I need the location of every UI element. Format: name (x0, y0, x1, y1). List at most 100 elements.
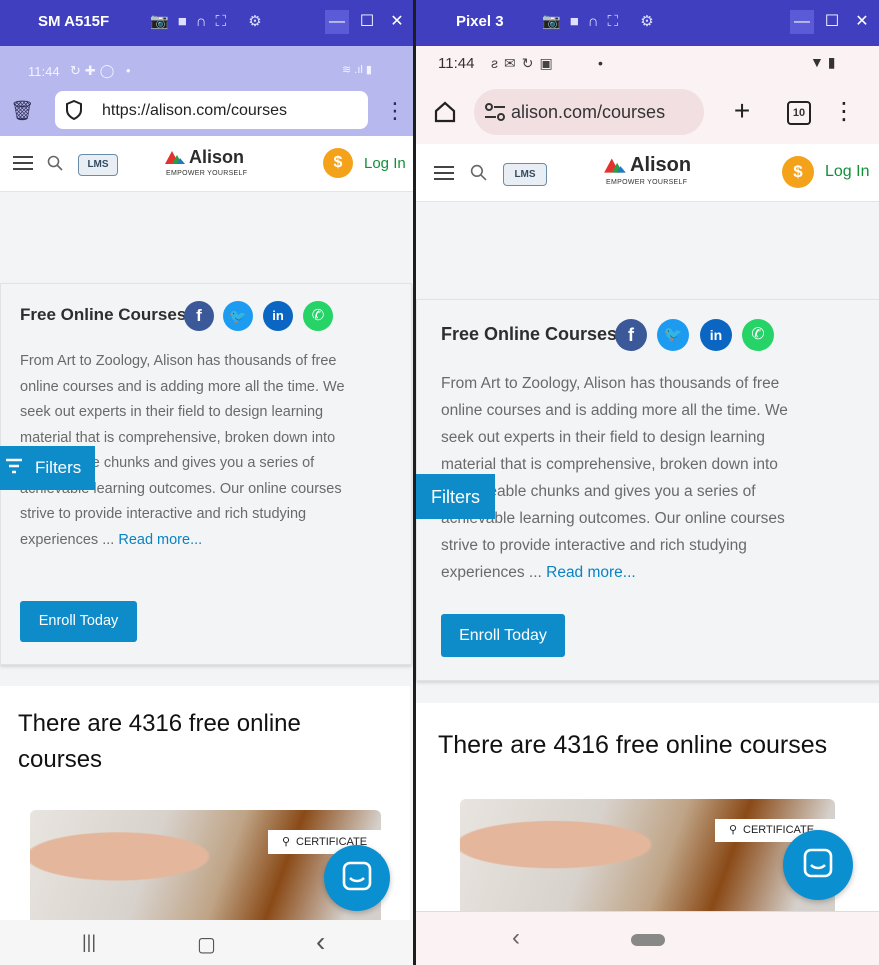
linkedin-icon[interactable]: in (700, 319, 732, 351)
tune-icon (484, 102, 506, 122)
enroll-today-button[interactable]: Enroll Today (20, 601, 137, 642)
chat-icon (342, 861, 372, 898)
settings-icon: ⚙ (248, 13, 271, 30)
description-block: From Art to Zoology, Alison has thousand… (441, 370, 821, 586)
alison-logo-icon (602, 155, 628, 175)
video-icon: ■ (177, 13, 196, 30)
filters-label: Filters (431, 487, 480, 507)
site-header: LMS Alison EMPOWER YOURSELF $ Log In (416, 144, 879, 202)
facebook-icon[interactable]: f (615, 319, 647, 351)
menu-icon[interactable] (434, 165, 454, 181)
certificate-icon: ⚲ (282, 836, 291, 848)
android-nav-bar: ‹ (416, 911, 879, 965)
status-dot: • (598, 55, 603, 71)
headphones-icon: ∩ (195, 13, 216, 30)
emulator-tool-icons[interactable]: 📷■∩⛶ ⚙ (150, 12, 271, 30)
wifi-battery-icon: ▼ ▮ (810, 54, 836, 70)
back-button[interactable]: ‹ (512, 924, 520, 952)
status-dot: • (126, 63, 131, 78)
status-notification-icons: ↻✚◯ (70, 63, 119, 78)
twitter-icon[interactable]: 🐦 (657, 319, 689, 351)
logo-wordmark[interactable]: Alison (189, 147, 244, 168)
device-name: Pixel 3 (456, 13, 504, 30)
lms-badge[interactable]: LMS (503, 163, 547, 186)
minimize-button[interactable]: — (325, 10, 349, 34)
lms-badge[interactable]: LMS (78, 154, 118, 176)
search-icon[interactable] (470, 164, 487, 181)
menu-icon[interactable] (13, 155, 33, 171)
android-nav-bar: ||| ▢ ‹ (0, 920, 413, 965)
twitter-icon[interactable]: 🐦 (223, 301, 253, 331)
facebook-icon[interactable]: f (184, 301, 214, 331)
read-more-link[interactable]: Read more... (546, 564, 636, 581)
home-icon[interactable] (432, 99, 458, 125)
emulator-titlebar: Pixel 3 📷■∩⛶ ⚙ — ☐ ✕ (416, 0, 879, 46)
status-bar: 11:44 ↻✚◯ • ≋ .ıl ▮ (0, 46, 413, 90)
dollar-coin-icon[interactable]: $ (323, 148, 353, 178)
maximize-button[interactable]: ☐ (820, 10, 844, 34)
device-pane-sm-a515f: SM A515F 📷■∩⛶ ⚙ — ☐ ✕ 11:44 ↻✚◯ • ≋ .ıl ▮ … (0, 0, 413, 965)
address-bar[interactable]: alison.com/courses (474, 89, 704, 135)
course-thumbnail[interactable]: ⚲ CERTIFICATE (460, 799, 835, 913)
fullscreen-icon: ⛶ (215, 13, 236, 30)
close-button[interactable]: ✕ (850, 10, 874, 34)
site-header: LMS Alison EMPOWER YOURSELF $ Log In (0, 136, 413, 192)
read-more-link[interactable]: Read more... (118, 532, 202, 548)
linkedin-icon[interactable]: in (263, 301, 293, 331)
alison-logo-icon (163, 148, 187, 166)
close-button[interactable]: ✕ (385, 10, 409, 34)
page-heading: Free Online Courses (441, 324, 618, 344)
device-name: SM A515F (38, 13, 110, 30)
certificate-icon: ⚲ (729, 824, 738, 836)
logo-wordmark[interactable]: Alison (630, 154, 691, 177)
trash-icon[interactable]: 🗑 (10, 99, 34, 123)
chat-icon (803, 848, 833, 885)
logo-tagline: EMPOWER YOURSELF (606, 179, 688, 186)
course-count-heading: There are 4316 free online courses (438, 731, 828, 759)
status-notification-icons: ƨ✉↻▣ (491, 55, 559, 71)
status-time: 11:44 (438, 55, 475, 72)
search-icon[interactable] (47, 155, 63, 171)
headphones-icon: ∩ (587, 13, 608, 30)
login-link[interactable]: Log In (364, 155, 406, 172)
tab-switcher-button[interactable]: 10 (787, 101, 811, 125)
chat-button[interactable] (783, 830, 853, 900)
enroll-today-button[interactable]: Enroll Today (441, 614, 565, 657)
window-controls: — ☐ ✕ (784, 10, 874, 34)
whatsapp-icon[interactable]: ✆ (742, 319, 774, 351)
url-text: https://alison.com/courses (102, 102, 287, 119)
url-text: alison.com/courses (511, 102, 666, 122)
minimize-button[interactable]: — (790, 10, 814, 34)
page-heading: Free Online Courses (20, 305, 187, 324)
chat-button[interactable] (324, 845, 390, 911)
more-vert-icon[interactable]: ⋮ (832, 97, 856, 125)
fullscreen-icon: ⛶ (607, 13, 628, 30)
browser-toolbar: 🗑 https://alison.com/courses ⋮ (0, 90, 413, 136)
filters-label: Filters (35, 458, 82, 477)
filters-button[interactable]: Filters (416, 474, 495, 519)
home-button[interactable]: ▢ (197, 932, 216, 957)
settings-icon: ⚙ (640, 13, 663, 30)
home-pill[interactable] (631, 934, 665, 946)
back-button[interactable]: ‹ (316, 926, 325, 958)
signal-battery-icon: ≋ .ıl ▮ (342, 64, 372, 76)
maximize-button[interactable]: ☐ (355, 10, 379, 34)
emulator-tool-icons[interactable]: 📷■∩⛶ ⚙ (542, 12, 663, 30)
browser-toolbar: alison.com/courses + 10 ⋮ (416, 82, 879, 144)
dollar-coin-icon[interactable]: $ (782, 156, 814, 188)
status-time: 11:44 (28, 64, 60, 79)
logo-tagline: EMPOWER YOURSELF (166, 170, 248, 177)
emulator-titlebar: SM A515F 📷■∩⛶ ⚙ — ☐ ✕ (0, 0, 413, 46)
filter-icon (5, 457, 23, 475)
more-vert-icon[interactable]: ⋮ (384, 98, 406, 124)
status-bar: 11:44 ƨ✉↻▣ • ▼ ▮ (416, 46, 879, 82)
new-tab-icon[interactable]: + (729, 95, 755, 126)
login-link[interactable]: Log In (825, 163, 869, 181)
address-bar[interactable]: https://alison.com/courses (55, 91, 368, 129)
recents-button[interactable]: ||| (82, 932, 96, 953)
video-icon: ■ (569, 13, 588, 30)
whatsapp-icon[interactable]: ✆ (303, 301, 333, 331)
filters-button[interactable]: Filters (0, 446, 95, 490)
window-controls: — ☐ ✕ (319, 10, 409, 34)
device-pane-pixel-3: Pixel 3 📷■∩⛶ ⚙ — ☐ ✕ 11:44 ƨ✉↻▣ • ▼ ▮ alis… (416, 0, 879, 965)
